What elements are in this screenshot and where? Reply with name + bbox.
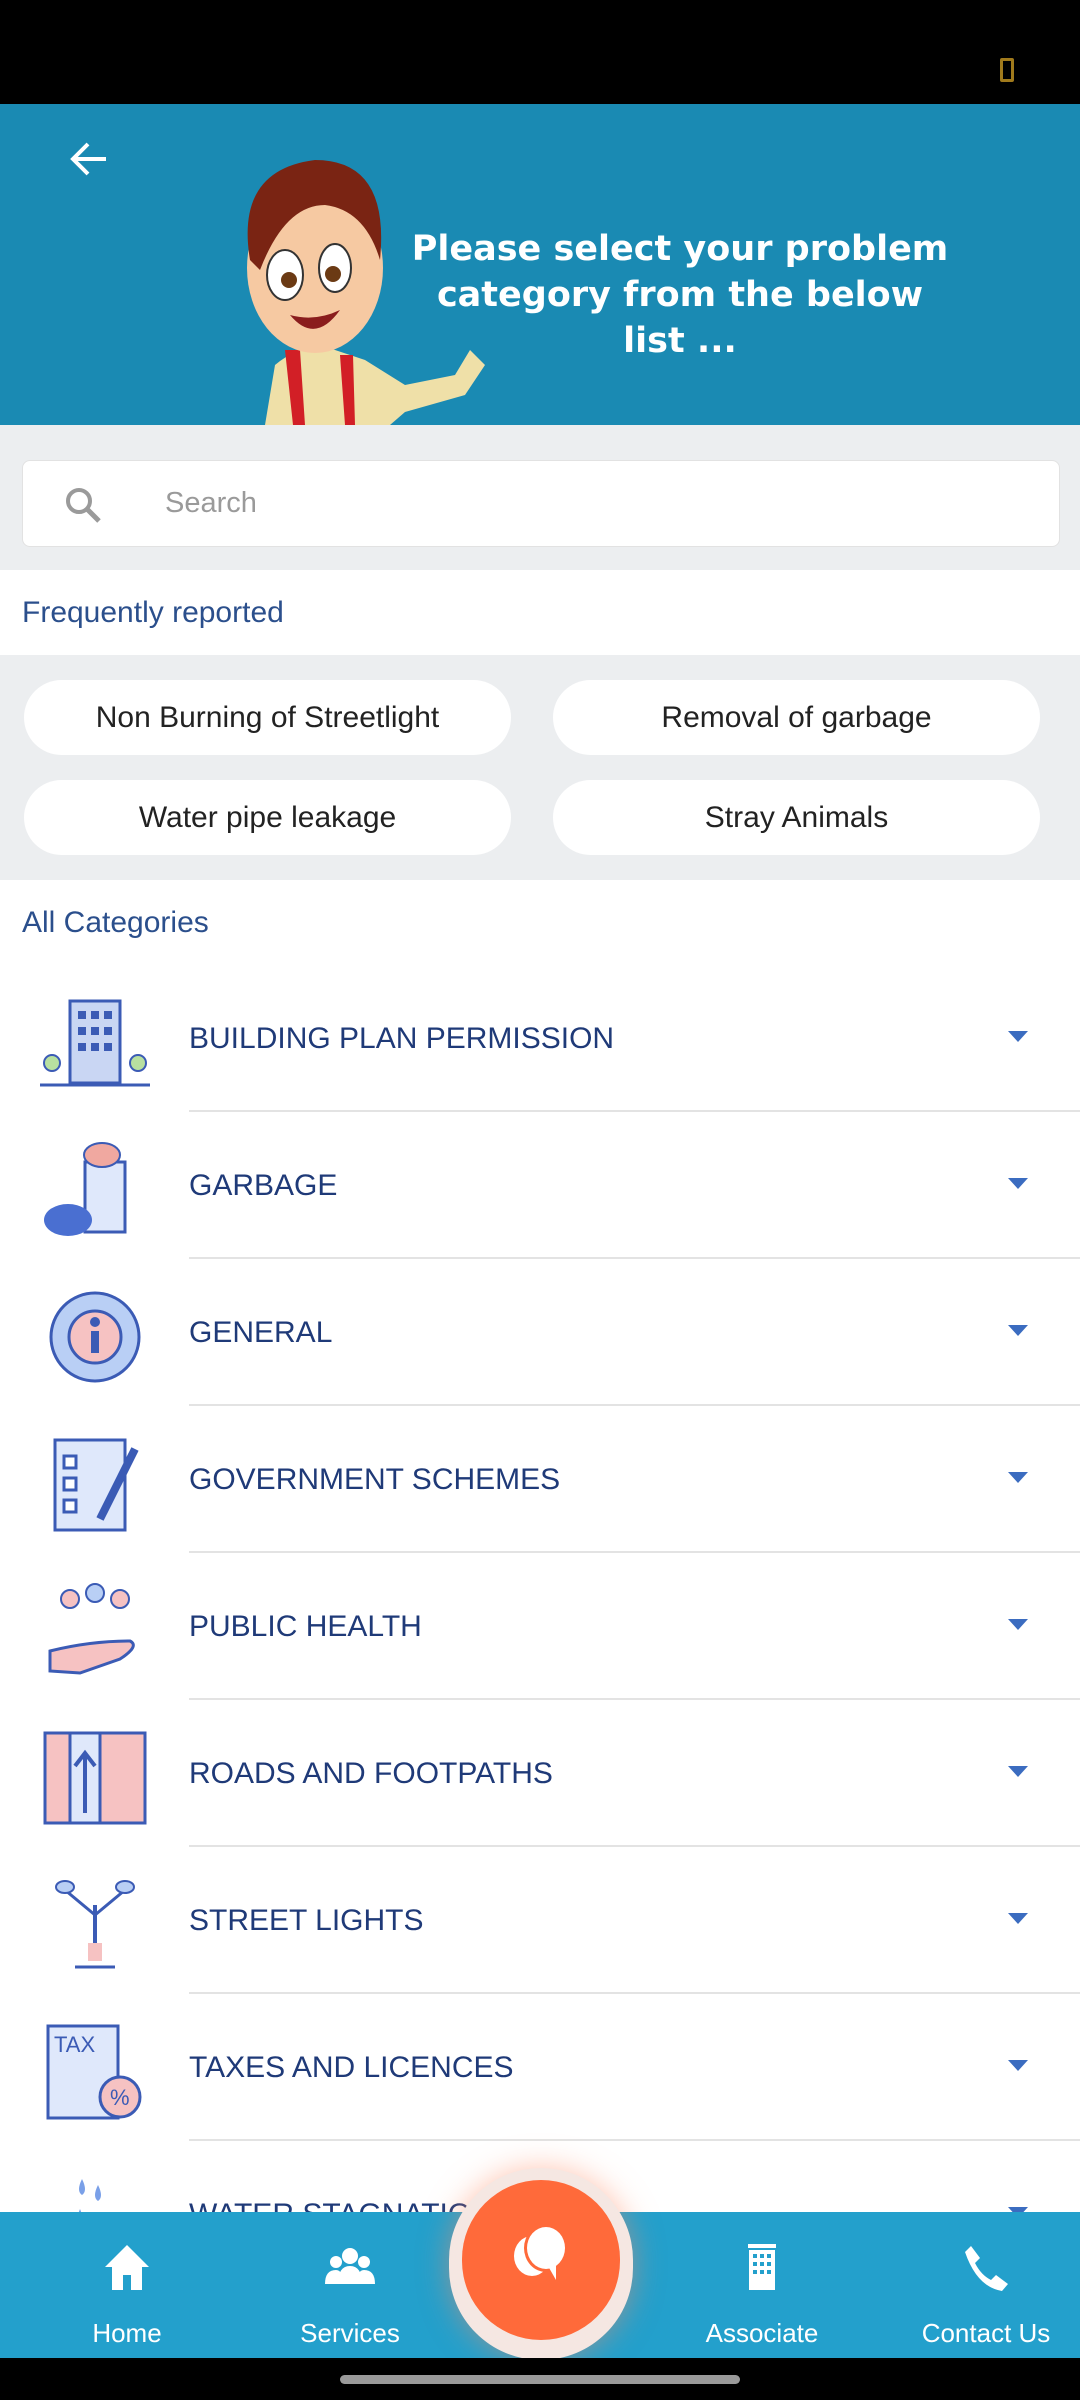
chevron-down-icon[interactable]	[1008, 2060, 1028, 2071]
nav-associate[interactable]: Associate	[672, 2212, 852, 2358]
chat-fab-button[interactable]	[462, 2180, 620, 2340]
road-map-icon	[43, 1731, 147, 1825]
category-label: ROADS AND FOOTPATHS	[189, 1757, 553, 1790]
chevron-down-icon[interactable]	[1008, 1325, 1028, 1336]
phone-icon	[965, 2246, 1008, 2291]
category-label: GOVERNMENT SCHEMES	[189, 1463, 561, 1496]
home-icon	[105, 2245, 149, 2290]
all-categories-heading: All Categories	[22, 906, 209, 939]
nav-contact-us[interactable]: Contact Us	[896, 2212, 1076, 2358]
garbage-bin-icon	[44, 1142, 127, 1236]
search-section	[0, 425, 1080, 570]
category-row[interactable]: ROADS AND FOOTPATHS	[0, 1700, 1080, 1847]
street-lamp-icon	[55, 1880, 135, 1969]
svg-text:TAX: TAX	[54, 2032, 95, 2057]
frequent-chips: Non Burning of Streetlight Removal of ga…	[0, 655, 1080, 880]
back-button[interactable]	[66, 136, 112, 182]
users-icon	[325, 2248, 375, 2284]
header-banner: Please select your problem category from…	[0, 104, 1080, 425]
category-row[interactable]: STREET LIGHTS	[0, 1847, 1080, 1994]
people-hand-icon	[48, 1583, 135, 1675]
search-icon	[66, 488, 101, 523]
svg-text:%: %	[110, 2085, 130, 2110]
category-label: GENERAL	[189, 1316, 333, 1349]
category-label: GARBAGE	[189, 1169, 338, 1202]
search-input[interactable]	[165, 461, 1025, 546]
chip-stray-animals[interactable]: Stray Animals	[553, 780, 1040, 855]
chip-non-burning-streetlight[interactable]: Non Burning of Streetlight	[24, 680, 511, 755]
category-row[interactable]: GOVERNMENT SCHEMES	[0, 1406, 1080, 1553]
category-row[interactable]: PUBLIC HEALTH	[0, 1553, 1080, 1700]
category-label: BUILDING PLAN PERMISSION	[189, 1022, 615, 1055]
category-label: TAXES AND LICENCES	[189, 2051, 514, 2084]
category-label: PUBLIC HEALTH	[189, 1610, 422, 1643]
chip-water-pipe-leakage[interactable]: Water pipe leakage	[24, 780, 511, 855]
chevron-down-icon[interactable]	[1008, 1766, 1028, 1777]
category-row[interactable]: TAX% TAXES AND LICENCES	[0, 1994, 1080, 2141]
building-icon	[748, 2244, 776, 2290]
chevron-down-icon[interactable]	[1008, 1913, 1028, 1924]
chevron-down-icon[interactable]	[1008, 1178, 1028, 1189]
info-icon	[49, 1291, 141, 1383]
chevron-down-icon[interactable]	[1008, 1472, 1028, 1483]
category-label: STREET LIGHTS	[189, 1904, 424, 1937]
header-message: Please select your problem category from…	[411, 229, 949, 361]
frequently-reported-heading: Frequently reported	[22, 596, 284, 629]
clipboard-checklist-icon	[53, 1438, 139, 1532]
nav-home[interactable]: Home	[37, 2212, 217, 2358]
screen-record-icon	[1000, 58, 1014, 82]
home-gesture-handle[interactable]	[340, 2375, 740, 2384]
chevron-down-icon[interactable]	[1008, 1619, 1028, 1630]
search-bar[interactable]	[22, 460, 1060, 547]
chip-removal-of-garbage[interactable]: Removal of garbage	[553, 680, 1040, 755]
arrow-left-icon	[70, 142, 106, 176]
category-row[interactable]: BUILDING PLAN PERMISSION	[0, 965, 1080, 1112]
tax-document-icon: TAX%	[46, 2024, 142, 2120]
category-row[interactable]: GARBAGE	[0, 1112, 1080, 1259]
chat-bubbles-icon	[514, 2224, 568, 2280]
chevron-down-icon[interactable]	[1008, 1031, 1028, 1042]
building-icon	[40, 999, 150, 1087]
category-row[interactable]: GENERAL	[0, 1259, 1080, 1406]
status-bar	[0, 0, 1080, 104]
nav-services[interactable]: Services	[260, 2212, 440, 2358]
